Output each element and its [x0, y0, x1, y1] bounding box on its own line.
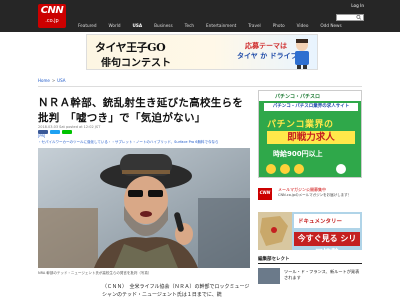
ad-brand: パチンコ・パチスロ [275, 94, 321, 100]
coin-icons [266, 164, 346, 174]
nav-item-odd-news[interactable]: Odd News [314, 22, 347, 30]
breadcrumb-home[interactable]: Home [38, 78, 50, 83]
ad-headline: パチンコ業界の [267, 120, 334, 130]
search-icon[interactable] [356, 14, 362, 21]
item-title: ツール・ド・フランス、新ルートが発表されます [284, 269, 360, 280]
ad2-label: ドキュメンタリー [298, 219, 343, 225]
main-nav: Featured World USA Business Tech Entertainmen… [72, 22, 348, 30]
pr-label: [PR] [38, 134, 46, 138]
sidebar-ad-pachinko[interactable]: パチンコ・パチスロ パチンコ・パチスロ業界の求人サイト パチンコ業界の 即戦力求… [258, 90, 362, 178]
breadcrumb-separator: > [51, 78, 56, 83]
breadcrumb-section[interactable]: USA [57, 78, 65, 83]
item-thumbnail [258, 268, 280, 284]
nav-item-business[interactable]: Business [148, 22, 178, 30]
ad-headline-highlight: 即戦力求人 [267, 131, 355, 144]
article-photo [38, 148, 250, 268]
pr-link[interactable]: ・セパイルワーカーのツールに強化している・・サブレット・ノートのハイブリッド、S… [38, 140, 219, 145]
logo-text: CNN [40, 5, 64, 16]
article-dateline: 2018.03.03 Sat posted at 12:02 JST [38, 125, 101, 129]
nav-item-entertainment[interactable]: Entertainment [200, 22, 242, 30]
ad-salary: 時給900円以上 [273, 150, 323, 158]
banner-subtitle: 俳句コンテスト [101, 58, 171, 69]
logo-sub: .co.jp [45, 18, 59, 24]
map-icon [258, 212, 292, 250]
nav-item-travel[interactable]: Travel [242, 22, 266, 30]
divider [258, 263, 362, 264]
breadcrumb: Home > USA [38, 78, 65, 83]
editors-picks-heading: 編集部セレクト [258, 257, 290, 262]
nav-item-usa[interactable]: USA [127, 22, 149, 30]
divider [38, 86, 362, 87]
list-item[interactable]: ツール・ド・フランス、新ルートが発表されます [258, 268, 362, 290]
banner-title: タイヤ王子GO [95, 41, 166, 54]
nav-item-video[interactable]: Video [291, 22, 315, 30]
ad2-cta-button[interactable]: 今すぐ見る シリア情勢 [294, 232, 360, 250]
ad-tagline: パチンコ・パチスロ業界の求人サイト [264, 103, 358, 111]
sidebar-ad-documentary[interactable]: ドキュメンタリー 今すぐ見る シリア情勢 [258, 212, 362, 250]
newsletter-subtitle: CNN.co.jpのメールマガジンをお届けします！ [278, 193, 352, 197]
newsletter-promo[interactable]: CNN メールマガジン公開募集中 CNN.co.jpのメールマガジンをお届けしま… [258, 186, 362, 206]
top-banner-ad[interactable]: タイヤ王子GO 俳句コンテスト 応募テーマは タイヤ か ドライブ [86, 34, 318, 70]
twitter-share-button[interactable] [50, 130, 60, 134]
ad-decoration [265, 163, 355, 175]
cnn-logo[interactable]: CNN .co.jp [38, 4, 66, 28]
article-title: ＮＲＡ幹部、銃乱射生き延びた高校生らを批判 「嘘つき」で「気迫がない」 [38, 97, 244, 124]
login-link[interactable]: Log In [351, 3, 364, 8]
mascot-character-icon [295, 39, 309, 69]
cnn-mini-logo: CNN [258, 188, 272, 200]
nav-item-photo[interactable]: Photo [267, 22, 291, 30]
nav-item-featured[interactable]: Featured [72, 22, 102, 30]
banner-theme: 応募テーマは [245, 42, 287, 50]
article-body-lead: （ＣＮＮ） 全米ライフル協会（ＮＲＡ）の幹部でロックミュージシャンのテッド・ニュ… [102, 284, 250, 298]
photo-caption: NRA 幹部のテッド・ニュージェント氏が高校生らの発言を批判（写真） [38, 271, 152, 275]
article-photo-image [38, 148, 250, 268]
line-share-button[interactable] [62, 130, 72, 134]
banner-theme-detail: タイヤ か ドライブ [237, 52, 298, 60]
nav-item-tech[interactable]: Tech [179, 22, 200, 30]
nav-item-world[interactable]: World [102, 22, 126, 30]
